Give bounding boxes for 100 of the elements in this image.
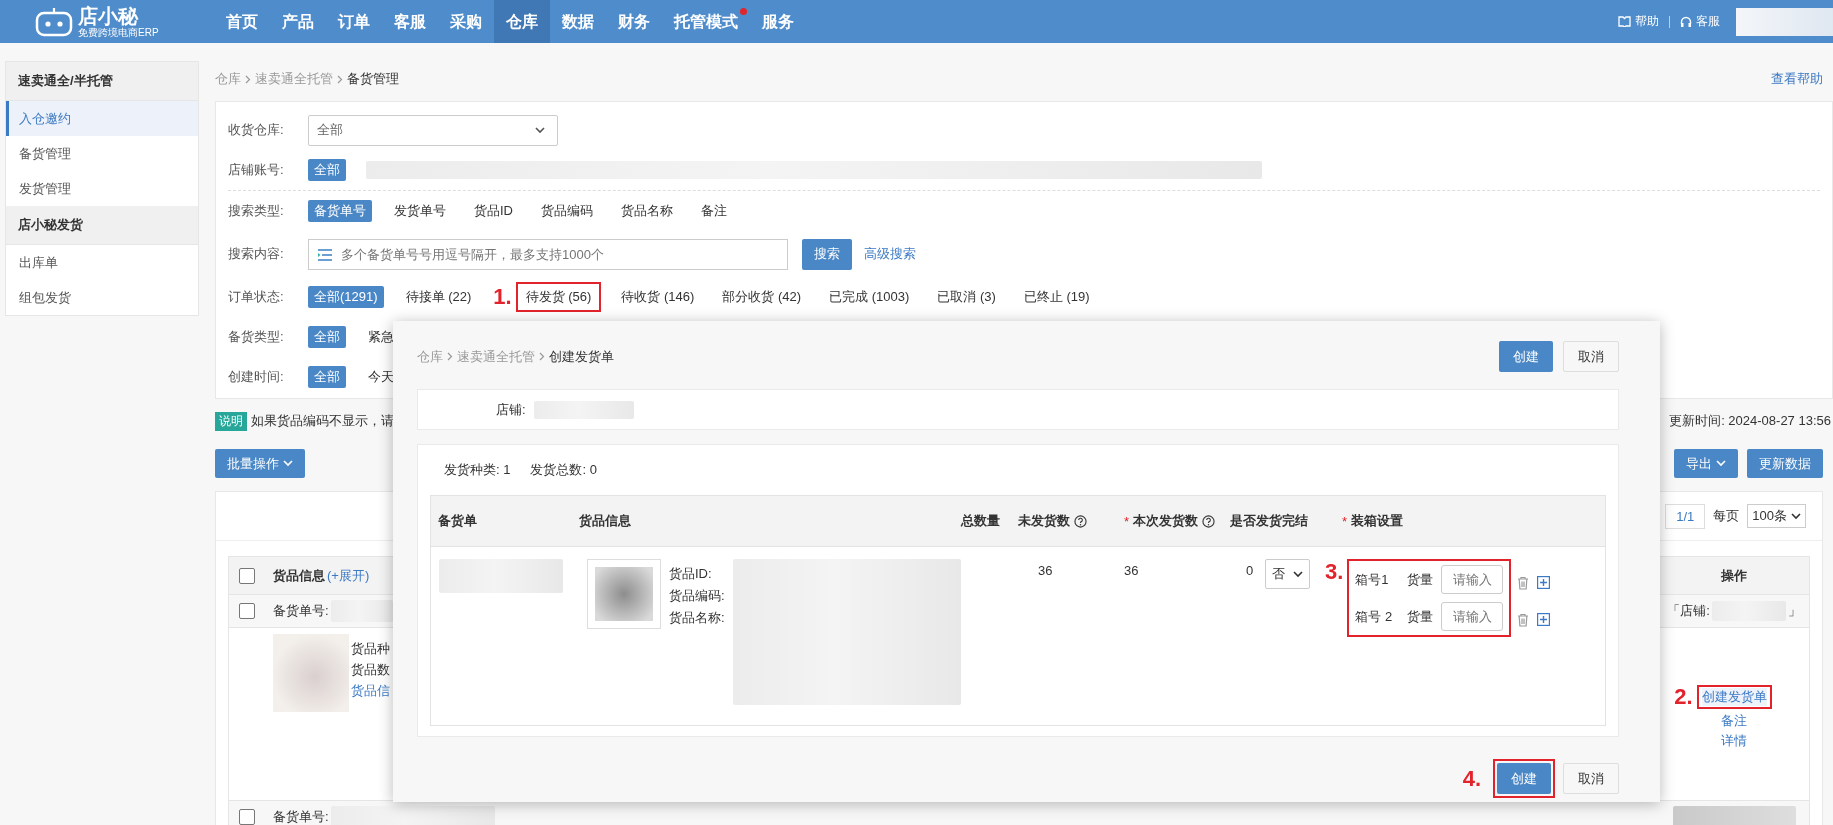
- filter-option[interactable]: 备注: [695, 200, 733, 222]
- cancel-button[interactable]: 取消: [1563, 763, 1619, 794]
- nav-tab[interactable]: 数据: [550, 0, 606, 43]
- filter-option[interactable]: 货品名称: [615, 200, 679, 222]
- chevron-down-icon: [283, 460, 293, 467]
- create-button[interactable]: 创建: [1499, 341, 1553, 372]
- breadcrumb-separator-icon: [245, 74, 251, 84]
- view-help-link[interactable]: 查看帮助: [1771, 70, 1823, 88]
- sidebar-group-title: 速卖通全/半托管: [6, 62, 198, 101]
- step-number: 4.: [1462, 765, 1481, 792]
- checkbox[interactable]: [239, 603, 255, 619]
- filter-option[interactable]: 部分收货 (42): [716, 286, 808, 308]
- help-icon[interactable]: [1074, 514, 1087, 528]
- quantity-input[interactable]: 请输入: [1441, 565, 1504, 594]
- filter-option[interactable]: 已完成 (1003): [823, 286, 916, 308]
- breadcrumb-link[interactable]: 仓库: [417, 347, 443, 366]
- breadcrumb-link[interactable]: 速卖通全托管: [255, 70, 333, 88]
- filter-option[interactable]: 全部(1291): [308, 286, 384, 308]
- action-link[interactable]: 备注: [1721, 712, 1747, 730]
- brand-slogan: 免费跨境电商ERP: [78, 27, 159, 38]
- filter-option[interactable]: 备货单号: [308, 200, 372, 222]
- nav-tab[interactable]: 服务: [750, 0, 806, 43]
- trash-icon[interactable]: [1517, 612, 1530, 627]
- nav-tab[interactable]: 订单: [326, 0, 382, 43]
- nav-tab[interactable]: 托管模式: [662, 0, 750, 43]
- search-button[interactable]: 搜索: [802, 238, 852, 270]
- export-button[interactable]: 导出: [1674, 449, 1738, 478]
- nav-tab[interactable]: 仓库: [494, 0, 550, 43]
- breadcrumb-link[interactable]: 创建发货单: [549, 347, 614, 366]
- filter-option[interactable]: 全部: [308, 159, 346, 181]
- trash-icon[interactable]: [1517, 575, 1530, 590]
- filter-option[interactable]: 待发货 (56): [519, 286, 598, 308]
- brand-name: 店小秘: [78, 5, 140, 26]
- add-icon[interactable]: [1537, 613, 1551, 626]
- field-label: 货品编码:: [669, 587, 726, 605]
- customer-service-link[interactable]: 客服: [1680, 13, 1720, 30]
- filter-option[interactable]: 货品ID: [468, 200, 519, 222]
- table-cell: 36: [1124, 563, 1139, 578]
- expand-link[interactable]: (+展开): [327, 566, 370, 585]
- page-number[interactable]: 1/1: [1665, 503, 1706, 529]
- cancel-button[interactable]: 取消: [1563, 341, 1619, 372]
- sidebar-item[interactable]: 入仓邀约: [6, 101, 198, 136]
- checkbox[interactable]: [239, 809, 255, 825]
- step-number: 2.: [1674, 684, 1693, 710]
- list-icon: [317, 248, 333, 261]
- checkbox[interactable]: [239, 567, 255, 584]
- nav-tab[interactable]: 采购: [438, 0, 494, 43]
- breadcrumb-separator-icon: [337, 74, 343, 84]
- chevron-down-icon: [1791, 512, 1801, 520]
- sidebar-item[interactable]: 发货管理: [6, 171, 198, 206]
- nav-tab[interactable]: 首页: [214, 0, 270, 43]
- filter-option[interactable]: 全部: [308, 326, 346, 348]
- notice-tag: 说明: [215, 411, 247, 431]
- breadcrumb-link[interactable]: 备货管理: [347, 70, 399, 88]
- filter-option[interactable]: 全部: [308, 366, 346, 388]
- notice-text: 如果货品编码不显示，请: [251, 412, 394, 430]
- per-page-label: 每页: [1713, 507, 1740, 525]
- product-info-link[interactable]: 货品信: [351, 682, 390, 700]
- refresh-data-button[interactable]: 更新数据: [1747, 449, 1823, 478]
- filter-option[interactable]: 已取消 (3): [931, 286, 1002, 308]
- breadcrumb-link[interactable]: 速卖通全托管: [457, 347, 535, 366]
- sidebar-item[interactable]: 出库单: [6, 245, 198, 280]
- box-number-label: 箱号1: [1355, 570, 1390, 589]
- advanced-search-link[interactable]: 高级搜索: [864, 245, 916, 263]
- add-icon[interactable]: [1537, 576, 1551, 589]
- quantity-label: 货量: [1407, 607, 1434, 626]
- batch-actions-button[interactable]: 批量操作: [215, 449, 305, 478]
- filter-option[interactable]: 货品编码: [535, 200, 599, 222]
- quantity-input[interactable]: 请输入: [1441, 602, 1504, 631]
- sidebar-item[interactable]: 组包发货: [6, 280, 198, 315]
- field-label: 货品名称:: [669, 609, 726, 627]
- shop-label-end: 」: [1787, 602, 1801, 620]
- nav-tab[interactable]: 客服: [382, 0, 438, 43]
- chevron-down-icon: [1293, 570, 1304, 578]
- nav-tab[interactable]: 财务: [606, 0, 662, 43]
- filter-option[interactable]: 发货单号: [388, 200, 452, 222]
- shop-label: 店铺:: [496, 400, 526, 419]
- robot-logo-icon: [34, 6, 74, 37]
- column-header: 备货单: [438, 512, 477, 530]
- create-button[interactable]: 创建: [1497, 763, 1551, 794]
- filter-option[interactable]: 待收货 (146): [615, 286, 701, 308]
- help-link[interactable]: 帮助: [1618, 13, 1659, 30]
- warehouse-select[interactable]: 全部: [308, 114, 558, 146]
- sidebar-item[interactable]: 备货管理: [6, 136, 198, 171]
- filter-option[interactable]: 待接单 (22): [399, 286, 478, 308]
- nav-tab[interactable]: 产品: [270, 0, 326, 43]
- column-header: 货品信息: [273, 566, 325, 585]
- field-label: 货品ID:: [669, 565, 713, 583]
- breadcrumb-separator-icon: [447, 352, 453, 361]
- action-link[interactable]: 创建发货单: [1701, 688, 1767, 706]
- completed-select[interactable]: 否: [1265, 559, 1311, 589]
- column-header: 总数量: [961, 512, 1000, 530]
- breadcrumb-link[interactable]: 仓库: [215, 70, 241, 88]
- help-icon[interactable]: [1202, 514, 1216, 528]
- page-size-select[interactable]: 100条: [1747, 504, 1806, 528]
- filter-option[interactable]: 已终止 (19): [1017, 286, 1096, 308]
- sidebar-group-title: 店小秘发货: [6, 206, 198, 245]
- action-link[interactable]: 详情: [1721, 732, 1747, 750]
- book-icon: [1618, 16, 1631, 27]
- search-field[interactable]: 多个备货单号号用逗号隔开，最多支持1000个: [308, 238, 788, 270]
